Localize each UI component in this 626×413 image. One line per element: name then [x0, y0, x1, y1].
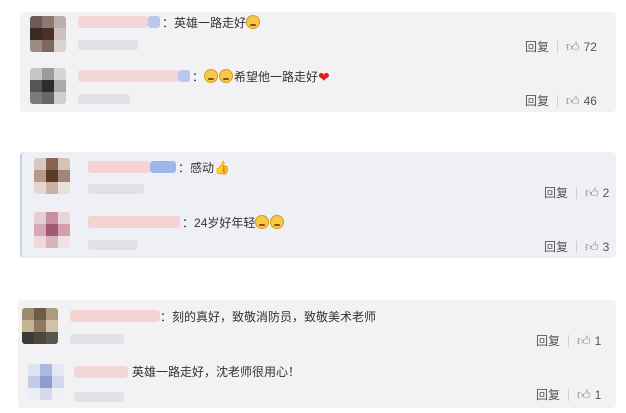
username-blurred[interactable] [70, 310, 160, 322]
like-icon[interactable]: 👍︎ [577, 387, 591, 403]
comment-actions: 回复 👍︎ 2 [544, 184, 609, 201]
cry-emoji-icon [270, 215, 285, 229]
comment-text: 英雄一路走好，沈老师很用心！ [132, 364, 300, 380]
avatar[interactable] [28, 364, 64, 400]
username-blurred[interactable] [88, 161, 150, 173]
comment-body: 24岁好年轻 [194, 216, 256, 230]
comment-body: 英雄一路走好 [174, 16, 247, 30]
username-blurred[interactable] [78, 16, 148, 28]
comment-prefix: ： [162, 16, 175, 30]
divider [557, 40, 559, 53]
comment-text: ：感动👍 [178, 160, 230, 176]
like-icon[interactable]: 👍︎ [566, 39, 580, 55]
cry-emoji-icon [219, 69, 234, 83]
user-badge [150, 161, 176, 173]
comment-prefix: ： [182, 216, 195, 230]
comment-actions: 回复 👍︎ 46 [525, 92, 597, 109]
timestamp-blurred [78, 40, 138, 50]
like-icon[interactable]: 👍︎ [585, 239, 599, 255]
reply-button[interactable]: 回复 [525, 92, 549, 109]
avatar[interactable] [30, 68, 66, 104]
like-icon[interactable]: 👍︎ [585, 185, 599, 201]
avatar[interactable] [30, 16, 66, 52]
reply-button[interactable]: 回复 [536, 332, 560, 349]
comment-body: 刻的真好，致敬消防员，致敬美术老师 [172, 310, 377, 324]
comment-body: 英雄一路走好，沈老师很用心！ [132, 365, 301, 379]
heart-icon: ❤ [318, 69, 330, 85]
comment-group-2: ：感动👍 回复 👍︎ 2 ：24岁好年轻 回复 👍︎ 3 [20, 152, 616, 258]
comment-prefix: ： [192, 70, 205, 84]
comment-text: ：刻的真好，致敬消防员，致敬美术老师 [160, 309, 376, 325]
like-icon[interactable]: 👍︎ [566, 93, 580, 109]
like-count: 46 [583, 93, 597, 108]
cry-emoji-icon [204, 69, 219, 83]
avatar[interactable] [22, 308, 58, 344]
cry-emoji-icon [255, 215, 270, 229]
divider [576, 240, 578, 253]
comment-body: 感动 [190, 161, 215, 175]
divider [568, 334, 570, 347]
like-count: 1 [594, 333, 602, 348]
comment-actions: 回复 👍︎ 1 [536, 386, 601, 403]
avatar[interactable] [34, 212, 70, 248]
comment-text: ： 希望他一路走好❤ [192, 69, 330, 85]
divider [576, 186, 578, 199]
comment-text: ：英雄一路走好 [162, 15, 261, 31]
username-blurred[interactable] [74, 366, 128, 378]
comment-prefix: ： [160, 310, 173, 324]
reply-button[interactable]: 回复 [536, 386, 560, 403]
like-icon[interactable]: 👍︎ [577, 333, 591, 349]
timestamp-blurred [88, 184, 144, 194]
comment-actions: 回复 👍︎ 72 [525, 38, 597, 55]
avatar[interactable] [34, 158, 70, 194]
reply-button[interactable]: 回复 [544, 184, 568, 201]
like-count: 2 [602, 185, 610, 200]
comment-body: 希望他一路走好 [234, 70, 319, 84]
reply-button[interactable]: 回复 [544, 238, 568, 255]
timestamp-blurred [74, 392, 124, 402]
divider [557, 94, 559, 107]
timestamp-blurred [70, 334, 124, 344]
like-count: 72 [583, 39, 597, 54]
cry-emoji-icon [246, 15, 261, 29]
divider [568, 388, 570, 401]
comment-text: ：24岁好年轻 [182, 215, 285, 231]
username-blurred[interactable] [78, 70, 178, 82]
user-badge [178, 70, 190, 82]
comment-prefix: ： [178, 161, 191, 175]
thumbs-up-emoji-icon: 👍 [214, 160, 231, 175]
comment-group-1: ：英雄一路走好 回复 👍︎ 72 ：希望他一路走好❤ 回复 👍︎ 46 [20, 12, 616, 112]
reply-button[interactable]: 回复 [525, 38, 549, 55]
timestamp-blurred [88, 240, 138, 250]
like-count: 3 [602, 239, 610, 254]
user-badge [148, 16, 160, 28]
timestamp-blurred [78, 94, 130, 104]
username-blurred[interactable] [88, 216, 180, 228]
comment-group-3: ：刻的真好，致敬消防员，致敬美术老师 回复 👍︎ 1 英雄一路走好，沈老师很用心… [18, 300, 616, 408]
comment-actions: 回复 👍︎ 1 [536, 332, 601, 349]
comment-actions: 回复 👍︎ 3 [544, 238, 609, 255]
like-count: 1 [594, 387, 602, 402]
